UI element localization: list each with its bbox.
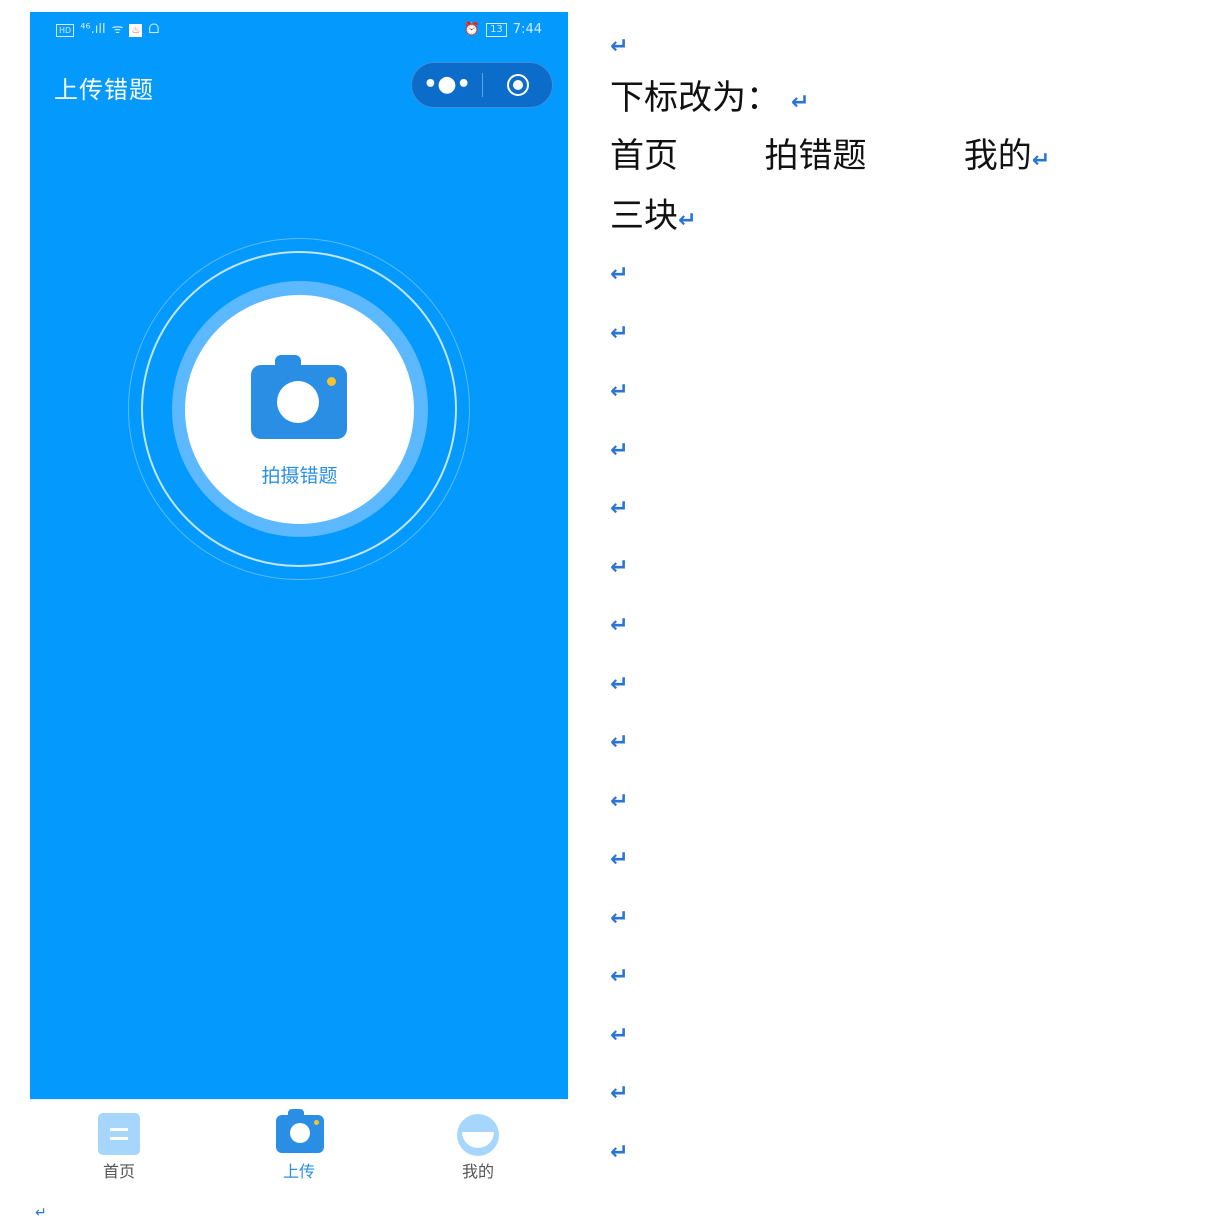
wifi-icon: ᯤ bbox=[111, 22, 124, 37]
paragraph-mark-icon: ↵ bbox=[610, 905, 629, 931]
paragraph-mark-icon: ↵ bbox=[610, 320, 629, 346]
capture-mistake-button[interactable]: 拍摄错题 bbox=[185, 295, 414, 524]
tab-mine[interactable]: 我的 bbox=[428, 1106, 528, 1186]
more-menu-button[interactable]: •●• bbox=[412, 63, 482, 107]
paragraph-mark-icon: ↵ bbox=[610, 34, 629, 59]
paragraph-mark-icon: ↵ bbox=[610, 730, 629, 755]
paragraph-mark-icon: ↵ bbox=[610, 262, 629, 287]
paragraph-mark-icon: ↵ bbox=[610, 496, 629, 521]
doc-line-2: 首页 拍错题 我的↵ bbox=[610, 136, 1050, 181]
paragraph-mark-icon: ↵ bbox=[610, 847, 629, 872]
tab-mine-label: 我的 bbox=[461, 1162, 494, 1181]
doc-line-1-text: 下标改为： bbox=[610, 78, 780, 118]
paragraph-mark-icon: ↵ bbox=[1031, 148, 1051, 173]
signal-icon: ⁴⁶.ıll bbox=[80, 22, 106, 37]
bottom-tab-bar: 首页 上传 我的 bbox=[30, 1099, 568, 1190]
alarm-icon: ⏰ bbox=[463, 22, 481, 37]
tab-home[interactable]: 首页 bbox=[69, 1106, 169, 1186]
tab-upload[interactable]: 上传 bbox=[249, 1106, 349, 1186]
paragraph-mark-icon: ↵ bbox=[610, 554, 629, 580]
doc-line-3: 三块↵ bbox=[610, 196, 696, 241]
clock-time: 7:44 bbox=[512, 22, 542, 37]
doc-line-3-text: 三块 bbox=[610, 196, 678, 236]
capture-button-label: 拍摄错题 bbox=[261, 465, 338, 487]
paragraph-mark-icon: ↵ bbox=[790, 90, 810, 115]
paragraph-mark-icon: ↵ bbox=[678, 208, 697, 233]
paragraph-mark-icon: ↵ bbox=[610, 671, 629, 697]
camera-icon bbox=[251, 355, 347, 439]
status-left: HD ⁴⁶.ıll ᯤ ♨ ᗝ bbox=[56, 22, 159, 38]
battery-icon: 13 bbox=[486, 23, 507, 37]
home-icon bbox=[98, 1113, 140, 1155]
profile-icon bbox=[457, 1114, 499, 1156]
paragraph-mark-icon: ↵ bbox=[610, 1022, 629, 1048]
paragraph-mark-icon: ↵ bbox=[610, 379, 629, 404]
tab-home-label: 首页 bbox=[102, 1162, 135, 1181]
tab-upload-label: 上传 bbox=[282, 1162, 315, 1181]
paragraph-mark-icon: ↵ bbox=[610, 1081, 629, 1106]
capsule-divider bbox=[482, 73, 483, 97]
paragraph-mark-icon: ↵ bbox=[610, 613, 629, 638]
search-notification-icon: ᗝ bbox=[148, 22, 160, 37]
paragraph-mark-icon: ↵ bbox=[610, 437, 629, 463]
status-bar: HD ⁴⁶.ıll ᯤ ♨ ᗝ ⏰ 13 7:44 bbox=[30, 12, 568, 50]
doc-line-2-text: 首页 拍错题 我的 bbox=[610, 136, 1032, 176]
status-right: ⏰ 13 7:44 bbox=[464, 22, 542, 38]
upload-screen: HD ⁴⁶.ıll ᯤ ♨ ᗝ ⏰ 13 7:44 上传错题 •●• 拍摄错题 bbox=[30, 12, 568, 1099]
doc-line-1: 下标改为： ↵ bbox=[610, 78, 809, 123]
hd-icon: HD bbox=[56, 23, 75, 37]
miniprogram-capsule: •●• bbox=[411, 62, 553, 108]
paragraph-mark-icon: ↵ bbox=[35, 1205, 47, 1221]
camera-icon bbox=[276, 1109, 324, 1153]
close-miniprogram-button[interactable] bbox=[507, 74, 529, 96]
phone-screenshot: HD ⁴⁶.ıll ᯤ ♨ ᗝ ⏰ 13 7:44 上传错题 •●• 拍摄错题 … bbox=[30, 12, 568, 1190]
doc-line-0: ↵ bbox=[610, 22, 628, 67]
page-title: 上传错题 bbox=[54, 76, 154, 104]
paragraph-mark-icon: ↵ bbox=[610, 1139, 629, 1165]
paragraph-mark-icon: ↵ bbox=[610, 964, 629, 989]
paragraph-mark-icon: ↵ bbox=[610, 788, 629, 814]
app-notification-icon: ♨ bbox=[129, 23, 143, 37]
